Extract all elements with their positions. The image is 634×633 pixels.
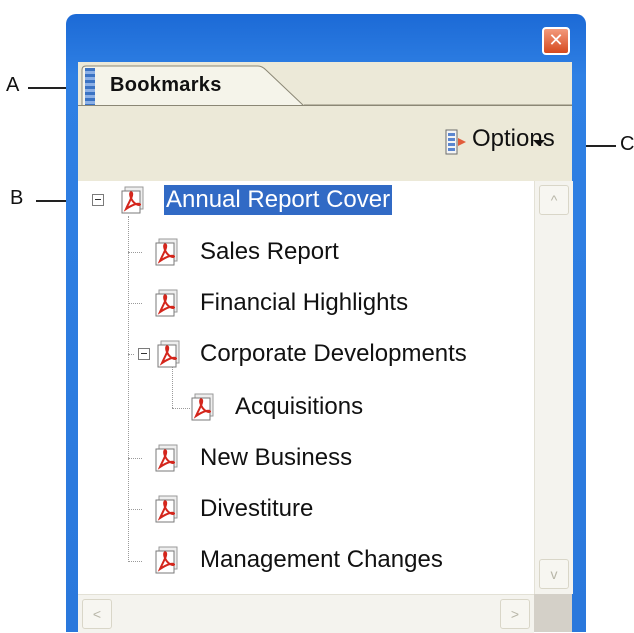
pdf-bookmark-icon — [155, 289, 178, 317]
bookmark-label[interactable]: Annual Report Cover — [162, 184, 394, 216]
tree-line — [172, 366, 173, 408]
bookmark-label[interactable]: Divestiture — [200, 494, 313, 524]
scroll-up-button[interactable]: ^ — [539, 185, 569, 215]
tree-line — [172, 408, 190, 409]
vertical-scrollbar[interactable]: ^ v — [534, 181, 573, 594]
pdf-bookmark-icon — [155, 495, 178, 523]
pdf-bookmark-icon — [157, 340, 180, 368]
scroll-down-button[interactable]: v — [539, 559, 569, 589]
callout-c: C — [620, 133, 634, 155]
options-button[interactable]: Options — [472, 125, 555, 153]
tree-line — [128, 561, 142, 562]
callout-a: A — [6, 74, 20, 96]
bookmark-label[interactable]: Sales Report — [200, 237, 339, 267]
tab-grip-handle[interactable] — [85, 68, 95, 106]
pdf-bookmark-icon — [155, 546, 178, 574]
pdf-bookmark-icon — [155, 444, 178, 472]
scrollbar-corner — [534, 594, 572, 632]
tree-line — [128, 216, 129, 562]
tree-line — [128, 509, 142, 510]
tab-bookmarks[interactable]: Bookmarks — [110, 74, 222, 97]
tree-line — [128, 303, 142, 304]
bookmark-label[interactable]: Financial Highlights — [200, 288, 408, 318]
pdf-bookmark-icon — [121, 186, 144, 214]
bookmark-label[interactable]: New Business — [200, 443, 352, 473]
callout-b: B — [10, 187, 24, 209]
pdf-bookmark-icon — [191, 393, 214, 421]
tree-line — [128, 458, 142, 459]
horizontal-scrollbar[interactable]: < > — [78, 594, 534, 633]
bookmark-label[interactable]: Corporate Developments — [200, 339, 467, 369]
collapse-toggle-corporate-developments[interactable] — [138, 348, 150, 360]
options-menu-icon[interactable] — [445, 129, 467, 155]
collapse-toggle-annual-report-cover[interactable] — [92, 194, 104, 206]
tree-line — [128, 354, 134, 355]
close-button[interactable]: ✕ — [542, 27, 570, 55]
pdf-bookmark-icon — [155, 238, 178, 266]
tree-line — [128, 252, 142, 253]
scroll-right-button[interactable]: > — [500, 599, 530, 629]
scroll-left-button[interactable]: < — [82, 599, 112, 629]
bookmark-label[interactable]: Acquisitions — [235, 392, 363, 422]
chevron-down-icon[interactable] — [533, 140, 545, 146]
bookmark-label[interactable]: Management Changes — [200, 545, 443, 575]
